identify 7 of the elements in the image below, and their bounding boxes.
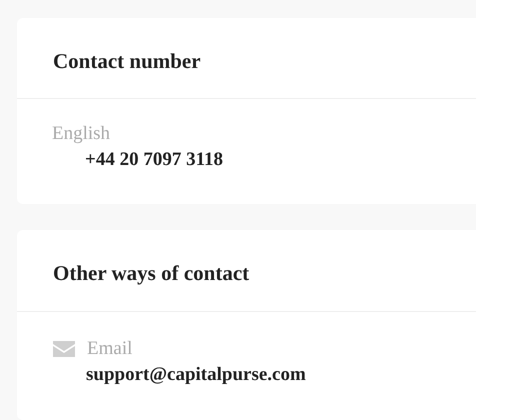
- email-address: support@capitalpurse.com: [86, 363, 306, 387]
- phone-number: +44 20 7097 3118: [85, 148, 224, 172]
- language-label: English: [52, 122, 110, 146]
- mail-icon: [53, 341, 75, 357]
- contact-label: Email: [87, 337, 132, 361]
- section-title: Contact number: [17, 18, 476, 99]
- section-title: Other ways of contact: [17, 230, 476, 312]
